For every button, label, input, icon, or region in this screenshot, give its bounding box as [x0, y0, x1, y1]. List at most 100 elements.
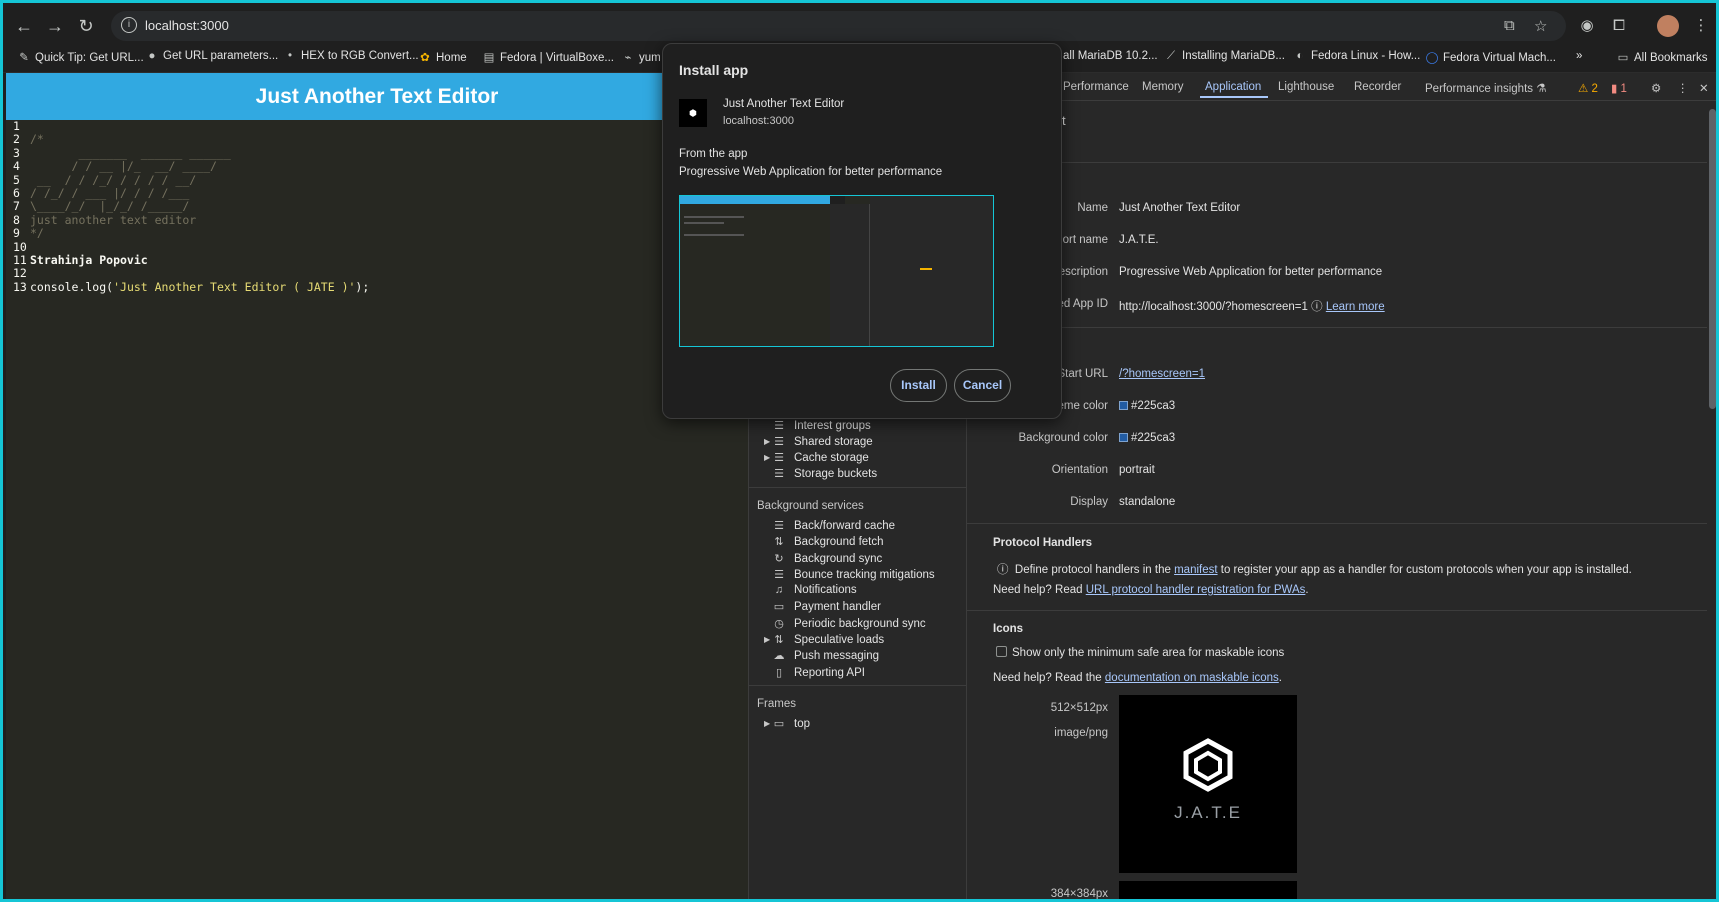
- line-number: 2: [13, 132, 20, 147]
- protocol-help-link[interactable]: URL protocol handler registration for PW…: [1086, 584, 1306, 596]
- display-label: Display: [1070, 496, 1108, 508]
- sidebar-item-shared-storage[interactable]: ☰ Shared storage: [772, 435, 873, 448]
- theme-color-value: #225ca3: [1119, 400, 1175, 412]
- bookmark-item[interactable]: ◯ Fedora Virtual Mach...: [1425, 50, 1556, 64]
- bookmark-star-icon[interactable]: ☆: [1534, 17, 1547, 35]
- line-text: */: [30, 226, 44, 241]
- sidebar-item-payment-handler[interactable]: ▭ Payment handler: [772, 600, 881, 613]
- scrollbar-thumb[interactable]: [1709, 109, 1716, 409]
- line-number: 7: [13, 199, 20, 214]
- sidebar-item-frame-top[interactable]: ▭ top: [772, 717, 810, 730]
- learn-more-link[interactable]: Learn more: [1326, 301, 1385, 313]
- sidebar-item-bounce-tracking[interactable]: ☰ Bounce tracking mitigations: [772, 568, 935, 581]
- tab-application[interactable]: Application: [1205, 81, 1261, 93]
- scrollbar[interactable]: [1707, 101, 1716, 899]
- gear-icon[interactable]: ⚙: [1651, 81, 1661, 95]
- tab-performance-insights[interactable]: Performance insights ⚗: [1425, 81, 1547, 95]
- line-text: just another text editor: [30, 212, 197, 227]
- sidebar-item-reporting-api[interactable]: ▯ Reporting API: [772, 666, 865, 679]
- fetch-icon: ⇅: [774, 634, 784, 646]
- install-button[interactable]: Install: [890, 369, 947, 402]
- tab-recorder[interactable]: Recorder: [1354, 81, 1401, 93]
- fedora-icon: ◯: [1425, 52, 1439, 64]
- sidebar-item-notifications[interactable]: ♫ Notifications: [772, 584, 857, 596]
- expand-icon[interactable]: ▶: [764, 437, 770, 446]
- address-bar[interactable]: i localhost:3000 ⧉ ☆: [111, 11, 1566, 41]
- maskable-docs-link[interactable]: documentation on maskable icons: [1105, 672, 1279, 684]
- sidebar-item-cache-storage[interactable]: ☰ Cache storage: [772, 451, 869, 464]
- install-app-icon[interactable]: ⧉: [1504, 17, 1515, 34]
- tab-lighthouse[interactable]: Lighthouse: [1278, 81, 1334, 93]
- fetch-icon: ⇅: [774, 536, 784, 548]
- bookmark-item[interactable]: all MariaDB 10.2...: [1063, 50, 1158, 62]
- code-editor[interactable]: 1 2/* 3 _______ ______ ______ 4 / / __ |/_ …: [6, 119, 748, 899]
- editor-line: 13 console.log('Just Another Text Editor …: [6, 280, 748, 294]
- back-icon[interactable]: ←: [11, 13, 37, 39]
- forward-icon[interactable]: →: [42, 13, 68, 39]
- line-number: 8: [13, 212, 20, 227]
- editor-line: 7 \____/_/ |_/_/ /_____/: [6, 199, 748, 214]
- bookmark-item[interactable]: • HEX to RGB Convert...: [283, 50, 419, 62]
- maskable-checkbox-row[interactable]: Show only the minimum safe area for mask…: [996, 646, 1284, 659]
- jate-logo-icon: [1183, 738, 1233, 792]
- expand-icon[interactable]: ▶: [764, 635, 770, 644]
- help-icon[interactable]: ⓘ: [1311, 301, 1323, 313]
- sidebar-item-periodic-sync[interactable]: ◷ Periodic background sync: [772, 617, 926, 630]
- more-bookmarks-icon[interactable]: »: [1576, 50, 1582, 62]
- active-tab-indicator: [1200, 96, 1268, 98]
- editor-line: 6 / /_/ / ___ |/ / / /___: [6, 186, 748, 200]
- expand-icon[interactable]: ▶: [764, 453, 770, 462]
- app-id-value: http://localhost:3000/?homescreen=1 ⓘ Le…: [1119, 301, 1385, 313]
- sidebar-item-push-messaging[interactable]: ☁ Push messaging: [772, 649, 880, 662]
- bookmark-item[interactable]: ▤ Fedora | VirtualBoxe...: [482, 50, 614, 64]
- url-text: localhost:3000: [145, 18, 229, 33]
- bookmark-item[interactable]: ● Get URL parameters...: [145, 50, 279, 62]
- divider: [749, 487, 968, 488]
- bookmark-item[interactable]: ⌁ yum: [621, 50, 661, 64]
- start-url-link[interactable]: /?homescreen=1: [1119, 368, 1205, 380]
- orientation-label: Orientation: [1051, 464, 1108, 476]
- line-text: Strahinja Popovic: [30, 252, 148, 267]
- line-number: 9: [13, 226, 20, 241]
- editor-line: 10: [6, 239, 748, 254]
- sidebar-item-storage-buckets[interactable]: ☰ Storage buckets: [772, 467, 877, 480]
- card-icon: ▭: [773, 601, 785, 613]
- frame-icon: ▭: [773, 718, 785, 730]
- errors-badge[interactable]: ▮ 1: [1611, 81, 1627, 95]
- bookmark-item[interactable]: ⟋ Installing MariaDB...: [1164, 50, 1285, 63]
- sidebar-item-background-sync[interactable]: ↻ Background sync: [772, 552, 882, 565]
- extensions-icon[interactable]: ⧠: [1607, 14, 1631, 38]
- cancel-button[interactable]: Cancel: [954, 369, 1011, 402]
- tab-memory[interactable]: Memory: [1142, 81, 1184, 93]
- reload-icon[interactable]: ↻: [73, 13, 99, 39]
- line-number: 1: [13, 119, 20, 133]
- all-bookmarks[interactable]: ▭ All Bookmarks: [1616, 50, 1708, 64]
- close-icon[interactable]: ✕: [1699, 81, 1709, 95]
- expand-icon[interactable]: ▶: [764, 719, 770, 728]
- record-icon[interactable]: ◉: [1575, 14, 1599, 38]
- line-number: 10: [13, 239, 27, 254]
- menu-icon[interactable]: ⋮: [1689, 14, 1713, 38]
- sidebar-item-interest-groups[interactable]: ☰ Interest groups: [772, 419, 871, 432]
- sync-icon: ↻: [774, 553, 784, 565]
- maskable-checkbox[interactable]: [996, 646, 1007, 657]
- sidebar-item-bfcache[interactable]: ☰ Back/forward cache: [772, 519, 895, 532]
- warnings-badge[interactable]: ⚠ 2: [1578, 81, 1598, 95]
- bookmark-icon: ⟋: [1166, 50, 1176, 62]
- bookmark-item[interactable]: ✎ Quick Tip: Get URL...: [17, 50, 143, 64]
- more-icon[interactable]: ⋮: [1677, 81, 1689, 95]
- bookmark-icon: ✎: [19, 52, 29, 64]
- sidebar-item-speculative-loads[interactable]: ⇅ Speculative loads: [772, 633, 884, 646]
- github-icon: ●: [148, 50, 156, 62]
- tab-performance[interactable]: Performance: [1063, 81, 1129, 93]
- sidebar-item-background-fetch[interactable]: ⇅ Background fetch: [772, 535, 883, 548]
- icon-size-label-2: 384×384px: [1050, 888, 1108, 900]
- avatar[interactable]: [1657, 15, 1679, 37]
- devtools-tabbar: Performance Memory Application Lighthous…: [1058, 73, 1716, 101]
- bookmark-item[interactable]: ✿ Home: [418, 50, 467, 64]
- manifest-link[interactable]: manifest: [1174, 564, 1217, 576]
- site-info-icon[interactable]: i: [121, 17, 137, 33]
- bookmark-item[interactable]: ◐ Fedora Linux - How...: [1293, 50, 1421, 62]
- section-background-services: Background services: [757, 500, 864, 512]
- color-swatch: [1119, 401, 1128, 410]
